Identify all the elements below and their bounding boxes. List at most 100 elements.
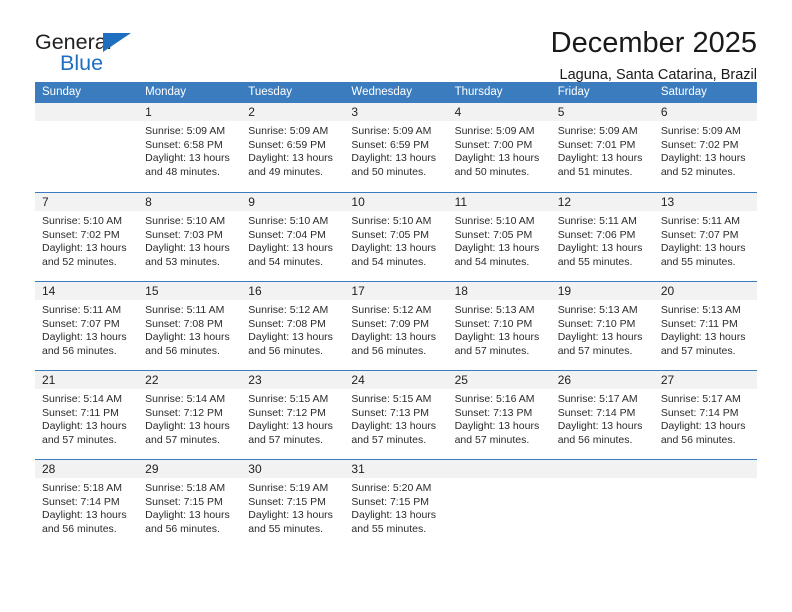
calendar-day-cell[interactable]: 6 Sunrise: 5:09 AM Sunset: 7:02 PM Daylight… <box>653 103 757 192</box>
calendar-cell-empty <box>550 460 654 548</box>
day-detail-line: Sunset: 6:59 PM <box>248 138 326 151</box>
day-details: Sunrise: 5:14 AM Sunset: 7:12 PM Daylight:… <box>138 389 241 447</box>
day-number-band: 6 <box>653 103 757 121</box>
day-detail-line: Daylight: 13 hours <box>42 331 127 344</box>
day-detail-line: Sunset: 7:12 PM <box>145 406 223 419</box>
calendar-day-cell[interactable]: 31 Sunrise: 5:20 AM Sunset: 7:15 PM Dayligh… <box>344 460 448 548</box>
day-detail-line: Sunset: 7:09 PM <box>351 317 430 330</box>
day-detail-line: and 56 minutes. <box>42 522 117 535</box>
day-detail-line: Sunset: 7:14 PM <box>660 406 739 419</box>
day-detail-line: Sunset: 7:15 PM <box>351 495 430 508</box>
calendar-day-cell[interactable]: 4 Sunrise: 5:09 AM Sunset: 7:00 PM Daylight… <box>447 103 551 192</box>
day-detail-line: and 56 minutes. <box>660 433 736 446</box>
day-detail-line: and 49 minutes. <box>248 165 323 178</box>
day-number: 16 <box>248 284 262 298</box>
calendar-day-cell[interactable]: 14 Sunrise: 5:11 AM Sunset: 7:07 PM Dayligh… <box>35 282 139 370</box>
day-detail-line: Daylight: 13 hours <box>351 420 437 433</box>
day-detail-line: Sunrise: 5:10 AM <box>145 215 226 227</box>
day-number-band: 4 <box>447 103 551 121</box>
calendar-day-cell[interactable]: 26 Sunrise: 5:17 AM Sunset: 7:14 PM Dayligh… <box>550 371 654 459</box>
calendar-day-cell[interactable]: 1 Sunrise: 5:09 AM Sunset: 6:58 PM Daylight… <box>138 103 242 192</box>
day-detail-line: and 56 minutes. <box>351 344 427 357</box>
day-number: 20 <box>660 284 675 298</box>
day-details: Sunrise: 5:09 AM Sunset: 7:00 PM Daylight:… <box>448 121 551 179</box>
day-number: 26 <box>557 373 572 387</box>
calendar-day-cell[interactable]: 28 Sunrise: 5:18 AM Sunset: 7:14 PM Dayligh… <box>35 460 139 548</box>
calendar-day-cell[interactable]: 8 Sunrise: 5:10 AM Sunset: 7:03 PM Daylight… <box>138 193 242 281</box>
day-detail-line: Sunset: 7:11 PM <box>660 317 738 330</box>
calendar-day-cell[interactable]: 9 Sunrise: 5:10 AM Sunset: 7:04 PM Daylight… <box>241 193 345 281</box>
calendar-day-cell[interactable]: 7 Sunrise: 5:10 AM Sunset: 7:02 PM Daylight… <box>35 193 139 281</box>
day-number-band: 7 <box>35 193 139 211</box>
calendar-day-cell[interactable]: 13 Sunrise: 5:11 AM Sunset: 7:07 PM Dayligh… <box>653 193 757 281</box>
day-detail-line: Sunrise: 5:18 AM <box>145 482 226 494</box>
calendar-cell-empty <box>447 460 551 548</box>
calendar-day-cell[interactable]: 18 Sunrise: 5:13 AM Sunset: 7:10 PM Dayligh… <box>447 282 551 370</box>
day-detail-line: Sunrise: 5:20 AM <box>351 482 432 494</box>
day-detail-line: and 57 minutes. <box>454 344 530 357</box>
calendar-day-cell[interactable]: 12 Sunrise: 5:11 AM Sunset: 7:06 PM Dayligh… <box>550 193 654 281</box>
calendar-day-cell[interactable]: 27 Sunrise: 5:17 AM Sunset: 7:14 PM Dayligh… <box>653 371 757 459</box>
day-detail-line: Daylight: 13 hours <box>145 331 230 344</box>
day-detail-line: Daylight: 13 hours <box>557 420 643 433</box>
calendar-day-cell[interactable]: 11 Sunrise: 5:10 AM Sunset: 7:05 PM Dayligh… <box>447 193 551 281</box>
calendar-day-cell[interactable]: 20 Sunrise: 5:13 AM Sunset: 7:11 PM Dayligh… <box>653 282 757 370</box>
calendar-day-cell[interactable]: 10 Sunrise: 5:10 AM Sunset: 7:05 PM Dayligh… <box>344 193 448 281</box>
day-detail-line: and 51 minutes. <box>557 165 633 178</box>
calendar-day-cell[interactable]: 24 Sunrise: 5:15 AM Sunset: 7:13 PM Dayligh… <box>344 371 448 459</box>
day-number-band: 15 <box>138 282 242 300</box>
day-number-band: 14 <box>35 282 139 300</box>
calendar-day-cell[interactable]: 15 Sunrise: 5:11 AM Sunset: 7:08 PM Dayligh… <box>138 282 242 370</box>
calendar-day-cell[interactable]: 22 Sunrise: 5:14 AM Sunset: 7:12 PM Dayligh… <box>138 371 242 459</box>
calendar-weeks: 1 Sunrise: 5:09 AM Sunset: 6:58 PM Daylight… <box>35 103 757 548</box>
calendar-day-cell[interactable]: 21 Sunrise: 5:14 AM Sunset: 7:11 PM Dayligh… <box>35 371 139 459</box>
day-detail-line: Sunset: 6:58 PM <box>145 138 223 151</box>
calendar-day-cell[interactable]: 19 Sunrise: 5:13 AM Sunset: 7:10 PM Dayligh… <box>550 282 654 370</box>
day-detail-line: and 56 minutes. <box>248 344 323 357</box>
day-detail-line: and 56 minutes. <box>145 522 220 535</box>
day-details: Sunrise: 5:13 AM Sunset: 7:10 PM Daylight:… <box>448 300 551 358</box>
calendar-day-cell[interactable]: 16 Sunrise: 5:12 AM Sunset: 7:08 PM Dayligh… <box>241 282 345 370</box>
day-number: 4 <box>454 105 462 119</box>
calendar-week-row: 28 Sunrise: 5:18 AM Sunset: 7:14 PM Dayligh… <box>35 459 757 548</box>
day-number: 30 <box>248 462 262 476</box>
calendar-day-cell[interactable]: 30 Sunrise: 5:19 AM Sunset: 7:15 PM Dayligh… <box>241 460 345 548</box>
day-detail-line: Sunrise: 5:09 AM <box>660 125 741 137</box>
day-number: 1 <box>145 105 152 119</box>
calendar-day-cell[interactable]: 5 Sunrise: 5:09 AM Sunset: 7:01 PM Daylight… <box>550 103 654 192</box>
day-detail-line: Sunrise: 5:14 AM <box>145 393 226 405</box>
day-details: Sunrise: 5:18 AM Sunset: 7:15 PM Daylight:… <box>138 478 241 536</box>
day-number-band: 19 <box>550 282 654 300</box>
calendar-day-cell[interactable]: 17 Sunrise: 5:12 AM Sunset: 7:09 PM Dayligh… <box>344 282 448 370</box>
calendar-day-cell[interactable]: 25 Sunrise: 5:16 AM Sunset: 7:13 PM Dayligh… <box>447 371 551 459</box>
day-detail-line: Daylight: 13 hours <box>145 242 230 255</box>
day-detail-line: Sunrise: 5:09 AM <box>557 125 638 137</box>
day-number-band: 29 <box>138 460 242 478</box>
day-number-band: 3 <box>344 103 448 121</box>
day-number: 10 <box>351 195 365 209</box>
day-detail-line: Sunset: 7:15 PM <box>145 495 223 508</box>
calendar-day-cell[interactable]: 23 Sunrise: 5:15 AM Sunset: 7:12 PM Dayligh… <box>241 371 345 459</box>
day-detail-line: Sunset: 7:07 PM <box>660 228 739 241</box>
day-detail-line: Sunset: 7:13 PM <box>454 406 533 419</box>
page-header: General Blue December 2025 Laguna, Santa… <box>35 0 757 83</box>
day-detail-line: and 57 minutes. <box>351 433 427 446</box>
calendar-day-cell[interactable]: 29 Sunrise: 5:18 AM Sunset: 7:15 PM Dayligh… <box>138 460 242 548</box>
day-details: Sunrise: 5:10 AM Sunset: 7:05 PM Daylight:… <box>448 211 551 269</box>
day-detail-line: Sunrise: 5:10 AM <box>42 215 122 227</box>
day-detail-line: Sunrise: 5:17 AM <box>660 393 741 405</box>
calendar-day-cell[interactable]: 2 Sunrise: 5:09 AM Sunset: 6:59 PM Daylight… <box>241 103 345 192</box>
day-details: Sunrise: 5:17 AM Sunset: 7:14 PM Daylight:… <box>654 389 757 447</box>
day-number: 6 <box>660 105 668 119</box>
day-detail-line: Sunrise: 5:10 AM <box>248 215 329 227</box>
day-detail-line: Daylight: 13 hours <box>351 152 437 165</box>
calendar-day-cell[interactable]: 3 Sunrise: 5:09 AM Sunset: 6:59 PM Daylight… <box>344 103 448 192</box>
day-detail-line: Sunrise: 5:14 AM <box>42 393 122 405</box>
weekday-header-monday: Monday <box>145 86 187 98</box>
day-detail-line: Sunrise: 5:11 AM <box>145 304 225 316</box>
day-number-band: 2 <box>241 103 345 121</box>
day-detail-line: Daylight: 13 hours <box>557 331 643 344</box>
day-number: 31 <box>351 462 365 476</box>
day-details: Sunrise: 5:14 AM Sunset: 7:11 PM Daylight:… <box>35 389 138 447</box>
day-detail-line: Daylight: 13 hours <box>351 509 437 522</box>
